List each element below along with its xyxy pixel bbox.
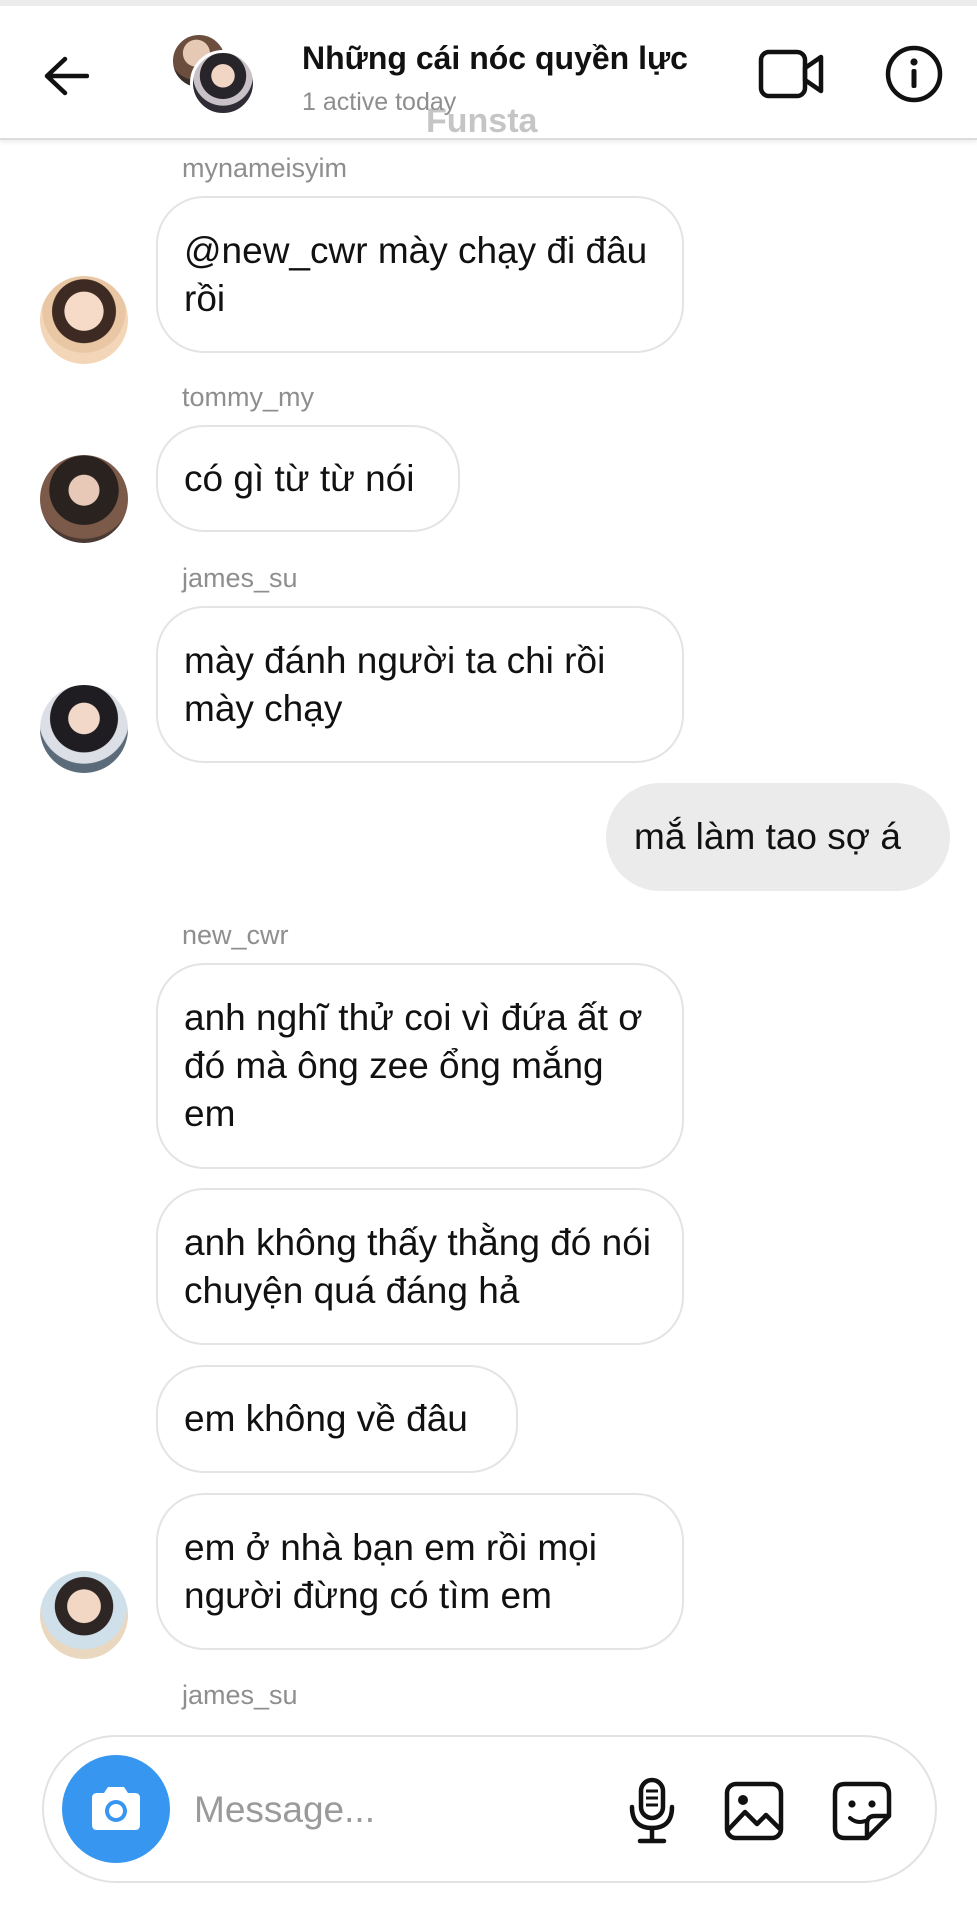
chat-title[interactable]: Những cái nóc quyền lực	[302, 40, 688, 77]
image-icon	[724, 1781, 784, 1841]
microphone-icon	[629, 1777, 675, 1844]
video-call-button[interactable]	[756, 44, 826, 104]
message-text: anh không thấy thằng đó nói chuyện quá đ…	[184, 1221, 651, 1311]
avatar-james-su[interactable]	[40, 685, 128, 773]
message-text: @new_cwr mày chạy đi đâu rồi	[184, 229, 648, 319]
avatar-mynameisyim[interactable]	[40, 276, 128, 364]
message-bubble[interactable]: em không về đâu	[156, 1365, 518, 1473]
sticker-icon	[832, 1781, 892, 1841]
message-bubble[interactable]: anh nghĩ thử coi vì đứa ất ơ đó mà ông z…	[156, 963, 684, 1169]
sender-username: james_su	[182, 563, 298, 593]
message-bubble[interactable]: có gì từ từ nói	[156, 425, 460, 532]
message-bubble[interactable]: mày đánh người ta chi rồi mày chạy	[156, 606, 684, 763]
message-bubble[interactable]: anh không thấy thằng đó nói chuyện quá đ…	[156, 1188, 684, 1345]
group-avatar[interactable]	[168, 30, 260, 120]
direct-message-screen: Những cái nóc quyền lực 1 active today F…	[0, 0, 977, 1920]
message-text: mắ làm tao sợ á	[634, 816, 901, 857]
arrow-left-icon	[44, 56, 89, 96]
info-icon	[885, 45, 943, 103]
gallery-button[interactable]	[716, 1773, 792, 1849]
message-text: mày đánh người ta chi rồi mày chạy	[184, 639, 606, 729]
camera-icon	[92, 1787, 140, 1830]
sender-username: tommy_my	[182, 382, 315, 412]
info-button[interactable]	[882, 42, 946, 106]
watermark: Funsta	[426, 102, 538, 140]
message-input[interactable]	[194, 1777, 614, 1843]
message-bubble[interactable]: @new_cwr mày chạy đi đâu rồi	[156, 196, 684, 353]
group-avatar-member-2	[190, 50, 256, 116]
message-bubble[interactable]: em ở nhà bạn em rồi mọi người đừng có tì…	[156, 1493, 684, 1650]
sender-username: james_su	[182, 1680, 298, 1710]
my-message-bubble[interactable]: mắ làm tao sợ á	[606, 783, 950, 891]
back-button[interactable]	[36, 46, 96, 106]
avatar-tommy-my[interactable]	[40, 455, 128, 543]
avatar-new-cwr[interactable]	[40, 1571, 128, 1659]
message-text: anh nghĩ thử coi vì đứa ất ơ đó mà ông z…	[184, 997, 643, 1134]
message-text: em không về đâu	[184, 1398, 468, 1439]
message-text: có gì từ từ nói	[184, 457, 415, 499]
sticker-button[interactable]	[824, 1773, 900, 1849]
chat-header: Những cái nóc quyền lực 1 active today F…	[0, 6, 977, 140]
message-text: em ở nhà bạn em rồi mọi người đừng có tì…	[184, 1526, 597, 1616]
camera-button[interactable]	[62, 1755, 170, 1863]
sender-username: mynameisyim	[182, 153, 348, 183]
video-camera-icon	[758, 49, 824, 99]
sender-username: new_cwr	[182, 920, 289, 950]
voice-message-button[interactable]	[614, 1773, 690, 1849]
message-composer	[42, 1735, 937, 1883]
